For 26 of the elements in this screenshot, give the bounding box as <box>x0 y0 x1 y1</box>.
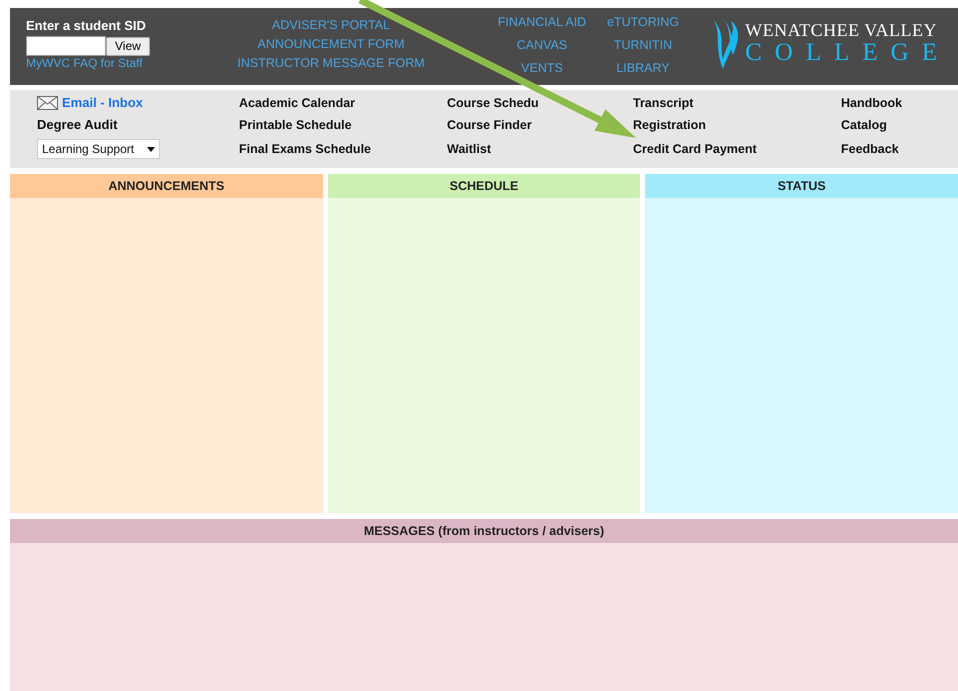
degree-audit-link[interactable]: Degree Audit <box>37 117 239 133</box>
nav-link[interactable]: Feedback <box>841 141 951 157</box>
nav-link[interactable]: Catalog <box>841 117 951 133</box>
sid-input-field[interactable] <box>26 36 106 56</box>
panel-title: SCHEDULE <box>450 178 518 195</box>
sid-label: Enter a student SID <box>26 18 147 34</box>
panel-title: ANNOUNCEMENTS <box>108 178 224 195</box>
view-button[interactable]: View <box>106 36 150 56</box>
envelope-icon <box>37 96 58 110</box>
nav-link[interactable]: Course Finder <box>447 117 633 133</box>
nav-link[interactable]: Printable Schedule <box>239 117 447 133</box>
nav-link[interactable]: Waitlist <box>447 141 633 157</box>
logo-college: COLLEGE <box>745 40 950 66</box>
caret-icon <box>147 146 155 152</box>
nav-link[interactable]: Transcript <box>633 95 841 111</box>
nav-link[interactable]: Final Exams Schedule <box>239 141 447 157</box>
nav-link[interactable]: Registration <box>633 117 841 133</box>
email-inbox-link[interactable]: Email - Inbox <box>62 95 143 111</box>
nav-link[interactable]: Handbook <box>841 95 951 111</box>
messages-title: MESSAGES (from instructors / advisers) <box>364 522 604 540</box>
logo-name: WENATCHEE VALLEY <box>745 20 937 40</box>
panel-title: STATUS <box>778 178 826 195</box>
learning-support-dropdown[interactable]: Learning Support <box>37 139 160 159</box>
nav-link[interactable]: Credit Card Payment <box>633 141 841 157</box>
nav-link[interactable]: Course Schedu <box>447 95 633 111</box>
nav-link[interactable]: Academic Calendar <box>239 95 447 111</box>
